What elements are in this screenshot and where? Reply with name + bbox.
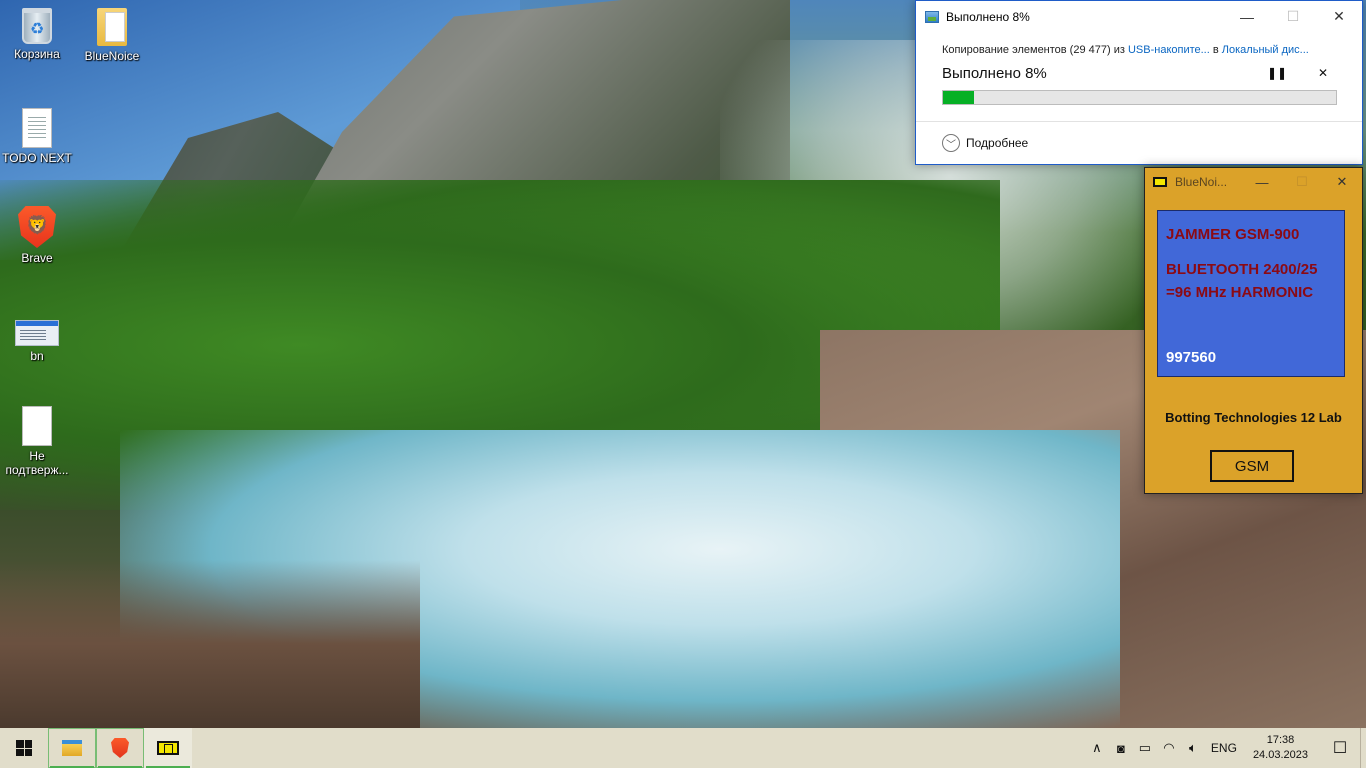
copy-window-titlebar[interactable]: Выполнено 8% — ☐ ✕ <box>916 1 1362 32</box>
brave-browser-icon <box>18 206 56 248</box>
bluenoice-titlebar[interactable]: BlueNoi... — ☐ ✕ <box>1145 168 1362 196</box>
desktop-icon-bluenoice-folder[interactable]: BlueNoice <box>75 8 149 63</box>
cancel-copy-button[interactable]: ✕ <box>1310 62 1336 84</box>
taskbar-file-explorer[interactable] <box>48 728 96 768</box>
close-button[interactable]: ✕ <box>1316 1 1362 32</box>
copy-progress-icon <box>925 10 939 23</box>
clock[interactable]: 17:38 24.03.2023 <box>1247 733 1320 763</box>
maximize-button: ☐ <box>1296 174 1308 189</box>
system-tray: ∧ ◙ ▭ ◠ 🔈︎ ENG 17:38 24.03.2023 ☐ <box>1085 728 1366 768</box>
harmonic-text: =96 MHz HARMONIC <box>1166 284 1314 301</box>
source-link[interactable]: USB-накопите... <box>1128 44 1210 56</box>
close-button[interactable]: ✕ <box>1322 168 1362 196</box>
counter-value: 997560 <box>1166 349 1217 366</box>
input-language[interactable]: ENG <box>1205 741 1247 755</box>
progress-status: Выполнено 8% <box>942 64 1047 82</box>
taskbar-brave[interactable] <box>96 728 144 768</box>
desktop-icon-brave[interactable]: Brave <box>0 206 74 265</box>
taskbar: ∧ ◙ ▭ ◠ 🔈︎ ENG 17:38 24.03.2023 ☐ <box>0 728 1366 768</box>
app-window-icon <box>15 320 59 346</box>
volume-icon[interactable]: 🔈︎ <box>1181 728 1205 768</box>
file-explorer-icon <box>62 740 82 756</box>
webcam-icon[interactable]: ◙ <box>1109 728 1133 768</box>
recycle-bin-icon <box>22 8 52 44</box>
company-label: Botting Technologies 12 Lab <box>1165 410 1342 425</box>
desktop-icon-label: BlueNoice <box>84 49 140 63</box>
desktop-icon-bn[interactable]: bn <box>0 312 74 363</box>
more-details-label: Подробнее <box>966 136 1029 150</box>
copy-description-text: Копирование элементов (29 477) из <box>942 44 1128 56</box>
copy-description-connector: в <box>1209 44 1222 56</box>
maximize-button: ☐ <box>1286 8 1300 24</box>
desktop-icon-label: Brave <box>21 251 53 265</box>
desktop-icon-unconfirmed-file[interactable]: Не подтверж... <box>0 406 74 477</box>
brave-browser-icon <box>111 738 129 758</box>
copy-progress-window: Выполнено 8% — ☐ ✕ Копирование элементов… <box>915 0 1363 165</box>
wifi-icon[interactable]: ◠ <box>1157 728 1181 768</box>
desktop-icon-label: bn <box>30 349 44 363</box>
desktop-icon-label: Корзина <box>14 47 60 61</box>
minimize-button[interactable]: — <box>1224 1 1270 32</box>
bluenoice-app-icon <box>157 741 179 755</box>
pause-button[interactable]: ❚❚ <box>1264 62 1290 84</box>
notifications-button[interactable]: ☐ <box>1320 728 1360 768</box>
bluenoice-window-title: BlueNoi... <box>1175 175 1228 189</box>
text-document-icon <box>22 108 52 148</box>
chevron-down-icon: ﹀ <box>942 134 960 152</box>
copy-description: Копирование элементов (29 477) из USB-на… <box>942 44 1336 56</box>
show-desktop-button[interactable] <box>1360 728 1366 768</box>
bluenoice-app-icon <box>1153 177 1167 187</box>
copy-window-title: Выполнено 8% <box>946 9 1030 24</box>
show-hidden-icons-button[interactable]: ∧ <box>1085 728 1109 768</box>
minimize-button[interactable]: — <box>1242 168 1282 196</box>
clock-time: 17:38 <box>1266 734 1295 746</box>
desktop-icon-recycle-bin[interactable]: Корзина <box>0 8 74 61</box>
destination-link[interactable]: Локальный дис... <box>1222 44 1309 56</box>
windows-logo-icon <box>16 740 32 756</box>
desktop-icon-todo-next[interactable]: TODO NEXT <box>0 108 74 165</box>
battery-icon[interactable]: ▭ <box>1133 728 1157 768</box>
start-button[interactable] <box>0 728 48 768</box>
bluetooth-frequency-text: BLUETOOTH 2400/25 <box>1166 261 1318 278</box>
folder-icon <box>97 8 127 46</box>
bluenoice-window: BlueNoi... — ☐ ✕ JAMMER GSM-900 BLUETOOT… <box>1144 167 1363 494</box>
gsm-button[interactable]: GSM <box>1210 450 1294 482</box>
progress-bar-fill <box>943 91 975 104</box>
desktop-icon-label: TODO NEXT <box>2 151 72 165</box>
more-details-toggle[interactable]: ﹀ Подробнее <box>916 121 1362 164</box>
progress-bar <box>942 90 1337 105</box>
taskbar-bluenoice[interactable] <box>144 728 192 768</box>
clock-date: 24.03.2023 <box>1252 749 1308 761</box>
blank-file-icon <box>22 406 52 446</box>
desktop-icon-label: Не подтверж... <box>5 449 69 477</box>
bluenoice-info-panel: JAMMER GSM-900 BLUETOOTH 2400/25 =96 MHz… <box>1157 210 1345 377</box>
jammer-mode-text: JAMMER GSM-900 <box>1166 226 1300 243</box>
